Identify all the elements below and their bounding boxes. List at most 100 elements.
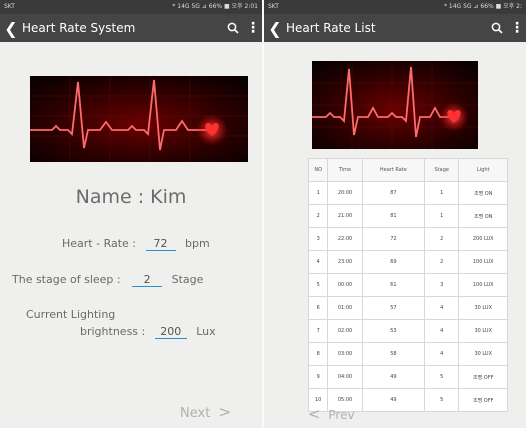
table-cell: 7	[307, 319, 329, 343]
table-cell: 49	[361, 388, 426, 412]
table-cell: 81	[361, 204, 426, 228]
table-row: 3 22:00 72 2 200 LUX	[307, 227, 508, 251]
table-cell: 87	[361, 181, 426, 205]
sleep-stage-value: 2	[132, 273, 163, 287]
table-row: 1 20:00 87 1 조명 ON	[307, 181, 508, 205]
column-header: Time	[327, 158, 363, 182]
column-header: Heart Rate	[361, 158, 426, 182]
heart-rate-list-screen: SKT * 14G 5G ⊿ 66% ■ 오후 2: ❮ Heart Rate …	[264, 0, 526, 428]
status-icons: * 14G 5G ⊿ 66% ■ 오후 2:01	[172, 3, 258, 10]
table-cell: 200 LUX	[458, 227, 508, 251]
table-cell: 4	[424, 342, 460, 366]
table-row: 2 21:00 81 1 조명 ON	[307, 204, 508, 228]
lighting-value: 200	[154, 325, 187, 339]
table-cell: 04:00	[327, 365, 363, 389]
next-arrow-icon: >	[218, 403, 232, 421]
table-cell: 4	[424, 296, 460, 320]
table-cell: 2	[424, 227, 460, 251]
overflow-menu-icon[interactable]: ⋮	[508, 17, 526, 39]
table-cell: 53	[361, 319, 426, 343]
table-cell: 30 LUX	[458, 319, 508, 343]
table-row: 4 23:00 69 2 100 LUX	[307, 250, 508, 274]
prev-arrow-icon: <	[308, 405, 321, 423]
table-cell: 69	[361, 250, 426, 274]
app-title: Heart Rate List	[286, 21, 376, 35]
table-cell: 100 LUX	[458, 250, 508, 274]
table-cell: 30 LUX	[458, 342, 508, 366]
table-cell: 72	[361, 227, 426, 251]
table-cell: 00:00	[327, 273, 363, 297]
table-cell: 5	[307, 273, 329, 297]
heart-rate-unit: bpm	[185, 237, 210, 250]
table-cell: 3	[307, 227, 329, 251]
heart-rate-table: NO Time Heart Rate Stage Light 1 20:00 87 1…	[307, 158, 508, 412]
search-icon[interactable]	[486, 17, 508, 39]
column-header: NO	[307, 158, 329, 182]
patient-name: Name : Kim	[75, 186, 187, 208]
table-cell: 2	[307, 204, 329, 228]
table-row: 7 02:00 53 4 30 LUX	[307, 319, 508, 343]
prev-label: Prev	[328, 408, 355, 422]
prev-button[interactable]: < Prev	[308, 405, 355, 423]
table-cell: 조명 ON	[458, 181, 508, 205]
app-title: Heart Rate System	[22, 21, 136, 35]
status-bar: SKT * 14G 5G ⊿ 66% ■ 오후 2:01	[0, 0, 262, 14]
sleep-stage-label: The stage of sleep :	[12, 273, 121, 286]
lighting-label: brightness :	[80, 325, 146, 338]
lighting-unit: Lux	[196, 325, 216, 338]
column-header: Light	[458, 158, 508, 182]
table-header-row: NO Time Heart Rate Stage Light	[307, 158, 508, 182]
table-row: 6 01:00 57 4 30 LUX	[307, 296, 508, 320]
heart-rate-label: Heart - Rate :	[62, 237, 137, 250]
table-cell: 1	[307, 181, 329, 205]
heart-rate-value: 72	[145, 237, 176, 251]
table-cell: 58	[361, 342, 426, 366]
back-chevron-icon[interactable]: ❮	[264, 19, 286, 38]
table-cell: 22:00	[327, 227, 363, 251]
table-row: 5 00:00 61 3 100 LUX	[307, 273, 508, 297]
table-cell: 23:00	[327, 250, 363, 274]
table-cell: 조명 OFF	[458, 365, 508, 389]
table-cell: 5	[424, 365, 460, 389]
status-bar: SKT * 14G 5G ⊿ 66% ■ 오후 2:	[264, 0, 526, 14]
column-header: Stage	[424, 158, 460, 182]
table-cell: 30 LUX	[458, 296, 508, 320]
table-cell: 조명 ON	[458, 204, 508, 228]
next-label: Next	[180, 406, 211, 421]
heartbeat-ecg-image	[312, 61, 478, 149]
table-cell: 01:00	[327, 296, 363, 320]
table-cell: 2	[424, 250, 460, 274]
back-chevron-icon[interactable]: ❮	[0, 19, 22, 38]
lighting-row: brightness : 200 Lux	[80, 325, 216, 339]
overflow-menu-icon[interactable]: ⋮	[244, 17, 262, 39]
table-row: 9 04:00 49 5 조명 OFF	[307, 365, 508, 389]
table-cell: 9	[307, 365, 329, 389]
table-cell: 02:00	[327, 319, 363, 343]
sleep-stage-unit: Stage	[171, 273, 204, 286]
table-cell: 49	[361, 365, 426, 389]
table-cell: 3	[424, 273, 460, 297]
table-cell: 1	[424, 204, 460, 228]
table-cell: 조명 OFF	[458, 388, 508, 412]
table-cell: 4	[424, 319, 460, 343]
status-icons: * 14G 5G ⊿ 66% ■ 오후 2:	[443, 3, 522, 10]
app-bar: ❮ Heart Rate List ⋮	[264, 14, 526, 42]
table-cell: 6	[307, 296, 329, 320]
next-button[interactable]: Next >	[180, 403, 231, 421]
app-bar: ❮ Heart Rate System ⋮	[0, 14, 262, 42]
carrier-label: SKT	[4, 3, 15, 10]
table-cell: 100 LUX	[458, 273, 508, 297]
table-cell: 8	[307, 342, 329, 366]
table-cell: 03:00	[327, 342, 363, 366]
table-cell: 4	[307, 250, 329, 274]
heart-rate-row: Heart - Rate : 72 bpm	[62, 237, 210, 251]
table-cell: 61	[361, 273, 426, 297]
table-row: 8 03:00 58 4 30 LUX	[307, 342, 508, 366]
sleep-stage-row: The stage of sleep : 2 Stage	[12, 273, 203, 287]
search-icon[interactable]	[222, 17, 244, 39]
table-cell: 21:00	[327, 204, 363, 228]
table-cell: 1	[424, 181, 460, 205]
heartbeat-ecg-image	[30, 76, 248, 162]
table-cell: 5	[424, 388, 460, 412]
lighting-label-line1: Current Lighting	[26, 308, 116, 321]
